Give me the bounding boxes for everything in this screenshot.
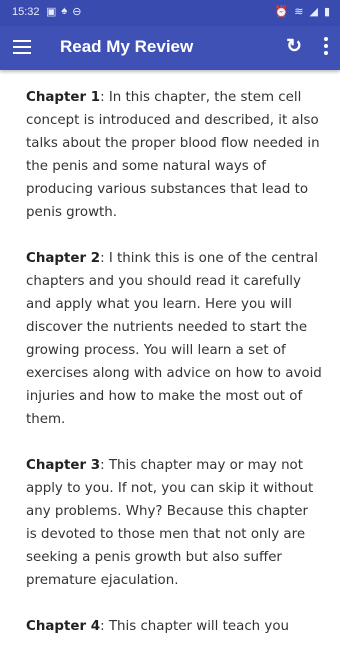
alarm-icon: ⏰ <box>274 6 289 18</box>
app-bar: Read My Review ↻ <box>0 26 340 70</box>
status-left-icons: ▣ ♠ ⊖ <box>46 5 81 18</box>
chapter-paragraph: Chapter 2: I think this is one of the ce… <box>26 247 322 431</box>
battery-icon: ▮ <box>323 6 330 18</box>
status-bar: 15:32 ▣ ♠ ⊖ ⏰ ≋ ◢ ▮ <box>0 0 340 26</box>
article-content: Chapter 1: In this chapter, the stem cel… <box>26 86 322 661</box>
page-title: Read My Review <box>60 37 194 56</box>
signal-icon: ◢ <box>309 6 318 18</box>
chapter-text: : In this chapter, the stem cell concept… <box>26 90 320 220</box>
status-time: 15:32 <box>12 6 40 18</box>
chapter-text: : This chapter may or may not apply to y… <box>26 458 314 588</box>
more-options-icon[interactable] <box>324 37 328 58</box>
chapter-paragraph: Chapter 4: This chapter will teach you <box>26 615 322 638</box>
dnd-icon: ⊖ <box>72 6 82 18</box>
chapter-heading: Chapter 1 <box>26 90 101 105</box>
menu-icon[interactable] <box>13 40 31 54</box>
chapter-text: : I think this is one of the central cha… <box>26 251 322 427</box>
status-right-icons: ⏰ ≋ ◢ ▮ <box>275 5 330 18</box>
image-icon: ▣ <box>46 6 57 18</box>
chapter-heading: Chapter 2 <box>26 251 101 266</box>
chapter-paragraph: Chapter 1: In this chapter, the stem cel… <box>26 86 322 224</box>
notification-icon: ♠ <box>61 5 68 17</box>
chapter-paragraph: Chapter 3: This chapter may or may not a… <box>26 454 322 592</box>
chapter-heading: Chapter 4 <box>26 619 101 634</box>
chapter-text: : This chapter will teach you <box>100 619 290 634</box>
wifi-icon: ≋ <box>294 6 304 18</box>
chapter-heading: Chapter 3 <box>26 458 101 473</box>
refresh-icon[interactable]: ↻ <box>286 35 302 58</box>
